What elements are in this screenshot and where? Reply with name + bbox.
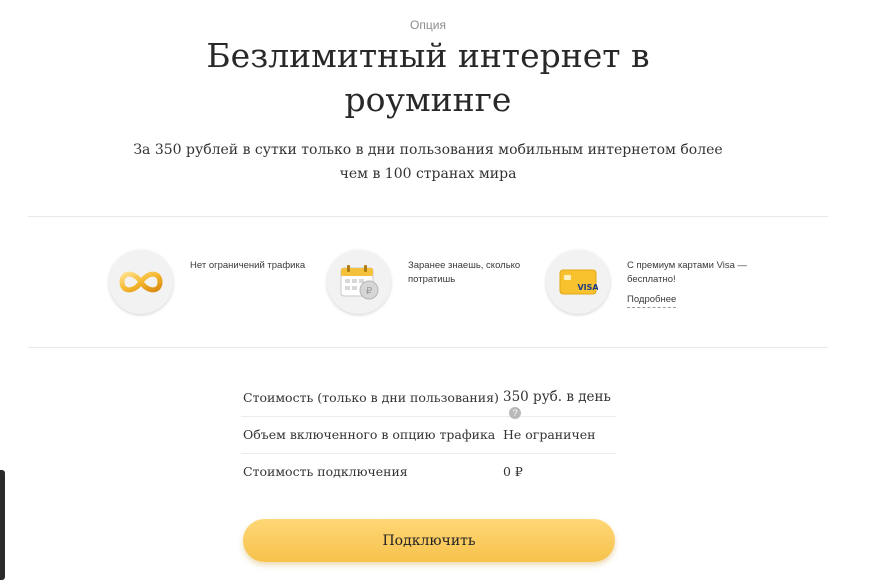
visa-card-icon: VISA [546,250,610,314]
calendar-coin-icon: ₽ [327,250,391,314]
feature-text-block: С премиум картами Visa — бесплатно! Подр… [627,259,757,308]
row-value: 0 ₽ [503,464,523,479]
row-label: Объем включенного в опцию трафика [243,427,496,442]
price-value: 350 руб. в день [503,389,611,405]
svg-text:VISA: VISA [577,283,598,292]
side-tab[interactable] [0,470,5,580]
option-eyebrow: Опция [410,18,446,32]
row-label: Стоимость подключения [243,464,408,479]
feature-unlimited-traffic: Нет ограничений трафика [109,250,319,314]
feature-text: Заранее знаешь, сколько потратишь [408,260,521,285]
table-row: Объем включенного в опцию трафика Не огр… [241,417,616,454]
row-label: Стоимость (только в дни пользования) [243,390,499,405]
pricing-table: Стоимость (только в дни пользования) 350… [241,380,616,490]
feature-predictable-cost: ₽ Заранее знаешь, сколько потратишь [327,250,537,314]
feature-visa-premium: VISA С премиум картами Visa — бесплатно!… [546,250,756,314]
title-line-2: роуминге [344,80,512,119]
infinity-ribbon-icon [109,250,173,314]
divider-top [28,216,828,217]
title-line-1: Безлимитный интернет в [206,36,650,75]
table-row: Стоимость подключения 0 ₽ [241,454,616,490]
svg-text:₽: ₽ [366,286,373,297]
more-info-link[interactable]: Подробнее [627,293,677,308]
table-row: Стоимость (только в дни пользования) 350… [241,380,616,419]
page-title: Безлимитный интернет в роуминге [0,34,856,122]
feature-text: Нет ограничений трафика [190,260,306,271]
option-description: За 350 рублей в сутки только в дни польз… [133,142,723,182]
divider-bottom [28,347,828,348]
connect-button[interactable]: Подключить [243,519,615,562]
row-value: Не ограничен [503,427,596,442]
feature-text: С премиум картами Visa — бесплатно! [627,260,748,285]
